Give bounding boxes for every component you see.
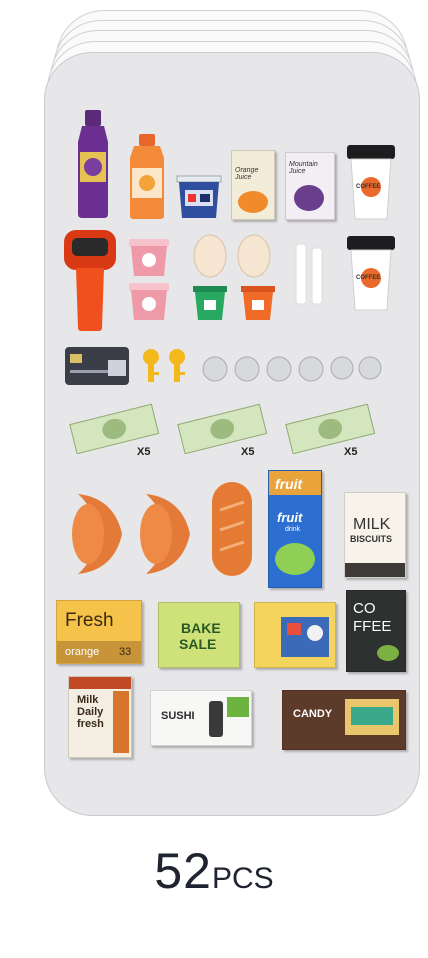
snack-box [254,602,336,668]
coin-3 [266,356,292,382]
bake-sale-box: BAKE SALE [158,602,240,668]
sushi-label: SUSHI [161,710,195,722]
coffee-cup-label: COFFEE [356,184,381,190]
green-cup [193,286,227,320]
bake-line1: BAKE [181,620,221,636]
fresh-orange-box: Fresh orange 33 [56,600,142,664]
banknote-multiplier: X5 [241,446,255,458]
mountain-juice-carton: Mountain Juice [285,152,335,220]
egg-right [237,234,271,278]
coffee-cup-2 [347,236,395,311]
coin-1 [202,356,228,382]
spoons [295,243,323,305]
credit-card [65,347,129,385]
carton-label: Mountain Juice [289,161,318,175]
candy-label: CANDY [293,708,333,720]
carton-label: Orange Juice [235,167,259,181]
banknote-multiplier: X5 [137,446,151,458]
piece-count-caption: 52PCS [0,842,428,900]
scanner [64,230,116,331]
purple-bottle [78,110,108,218]
coin-2 [234,356,260,382]
egg-left [193,234,227,278]
orange-juice-carton: Orange Juice [231,150,275,220]
piece-unit: PCS [211,862,274,895]
banknote-2 [177,403,268,454]
biscuits-line2: BISCUITS [350,534,393,544]
coin-5 [330,356,354,380]
milk-line2: Daily [77,706,104,718]
piece-count: 52 [154,843,212,899]
yogurt-cup-pink-top [129,239,169,276]
key-1 [143,349,159,382]
coin-6 [358,356,382,380]
banknote-multiplier: X5 [344,446,358,458]
coffee-box-line1: CO [353,600,376,617]
sushi-box: SUSHI [150,690,252,746]
key-2 [169,349,185,382]
coffee-cup-label: COFFEE [356,275,381,281]
biscuits-line1: MILK [353,516,391,533]
yogurt-cup [176,175,222,218]
coffee-box: CO FFEE [346,590,406,672]
fruit-drink-carton: fruit fruit drink [268,470,322,588]
fresh-title: Fresh [65,610,114,631]
milk-daily-fresh-box: Milk Daily fresh [68,676,132,758]
fresh-sub: orange [65,646,100,658]
orange-cup [241,286,275,320]
croissant-1 [72,494,122,574]
coin-4 [298,356,324,382]
fruit-brand: fruit [275,476,303,492]
coffee-cup-1 [347,145,395,220]
candy-box: CANDY [282,690,406,750]
fruit-brand-2: fruit [277,510,303,525]
croissant-2 [140,494,190,574]
coffee-box-line2: FFEE [353,618,392,635]
bread-loaf [212,482,252,576]
fruit-sub: drink [285,526,301,533]
milk-line3: fresh [77,718,104,730]
milk-biscuits-box: MILK BISCUITS [344,492,406,578]
banknote-3 [285,403,376,454]
bake-line2: SALE [179,636,217,652]
orange-juice-bottle [130,134,164,219]
milk-line1: Milk [77,694,99,706]
fresh-badge: 33 [119,646,132,658]
yogurt-cup-pink-bottom [129,283,169,320]
